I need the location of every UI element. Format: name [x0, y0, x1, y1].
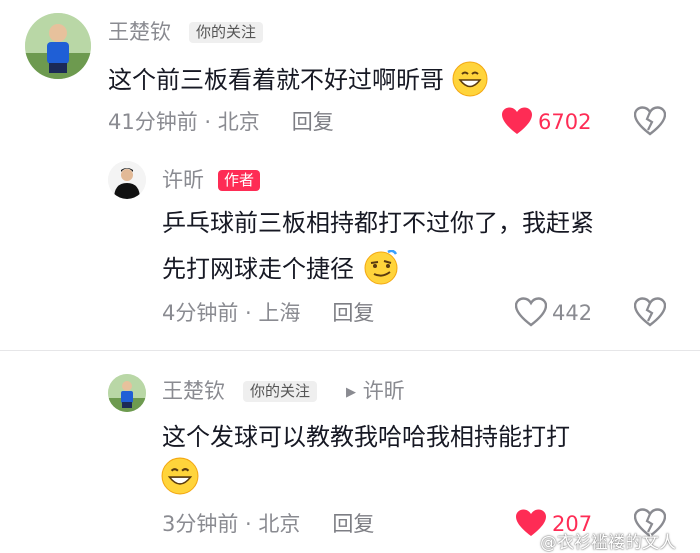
reply-button[interactable]: 回复 [292, 110, 334, 134]
comment-location: 上海 [258, 301, 301, 325]
comment-location: 北京 [217, 110, 260, 134]
like-button[interactable] [514, 297, 548, 331]
dislike-button[interactable] [633, 297, 667, 331]
avatar[interactable] [108, 161, 146, 199]
divider [0, 350, 700, 351]
comment-text-line-1: 乒乓球前三板相持都打不过你了，我赶紧 [162, 209, 594, 237]
smirk-emoji [362, 249, 400, 290]
broken-heart-icon [633, 297, 667, 327]
comment-text-body: 这个前三板看着就不好过啊昕哥 [108, 66, 444, 94]
author-name[interactable]: 王楚钦 [108, 22, 171, 43]
meta-separator: · [197, 110, 218, 134]
comment-location: 北京 [258, 512, 301, 536]
author-name[interactable]: 王楚钦 [162, 381, 225, 402]
grin-emoji [452, 61, 488, 101]
comment-time: 41分钟前 [108, 110, 198, 134]
comment-meta: 4分钟前 · 上海 回复 [162, 303, 374, 324]
comment-text-body: 这个发球可以教教我哈哈我相持能打打 [162, 423, 570, 451]
grin-emoji [160, 457, 200, 499]
comment-text: 先打网球走个捷径 [162, 249, 400, 290]
comment-time: 4分钟前 [162, 301, 239, 325]
like-count: 6702 [538, 110, 592, 134]
avatar[interactable] [108, 374, 146, 412]
heart-outline-icon [514, 297, 548, 327]
reply-to: ▶ 许昕 [346, 381, 405, 402]
heart-filled-icon [502, 107, 532, 134]
dislike-button[interactable] [633, 106, 667, 140]
watermark: @衣衫褴褛的文人 [540, 533, 676, 553]
comment-meta: 3分钟前 · 北京 回复 [162, 514, 374, 535]
following-badge: 你的关注 [189, 22, 264, 43]
comment-text: 这个前三板看着就不好过啊昕哥 [108, 61, 488, 101]
meta-separator: · [238, 512, 259, 536]
like-button[interactable] [501, 106, 533, 140]
reply-button[interactable]: 回复 [332, 512, 374, 536]
author-badge: 作者 [218, 170, 261, 191]
comment-time: 3分钟前 [162, 512, 239, 536]
following-badge: 你的关注 [243, 381, 318, 402]
avatar[interactable] [25, 13, 91, 79]
like-count: 442 [552, 301, 593, 325]
broken-heart-icon [633, 106, 667, 136]
comment-text-line-2: 先打网球走个捷径 [162, 255, 354, 283]
reply-button[interactable]: 回复 [332, 301, 374, 325]
author-name[interactable]: 许昕 [162, 170, 204, 191]
comment-meta: 41分钟前 · 北京 回复 [108, 112, 334, 133]
reply-to-name[interactable]: 许昕 [363, 379, 405, 403]
meta-separator: · [238, 301, 259, 325]
reply-arrow-icon: ▶ [346, 385, 356, 400]
